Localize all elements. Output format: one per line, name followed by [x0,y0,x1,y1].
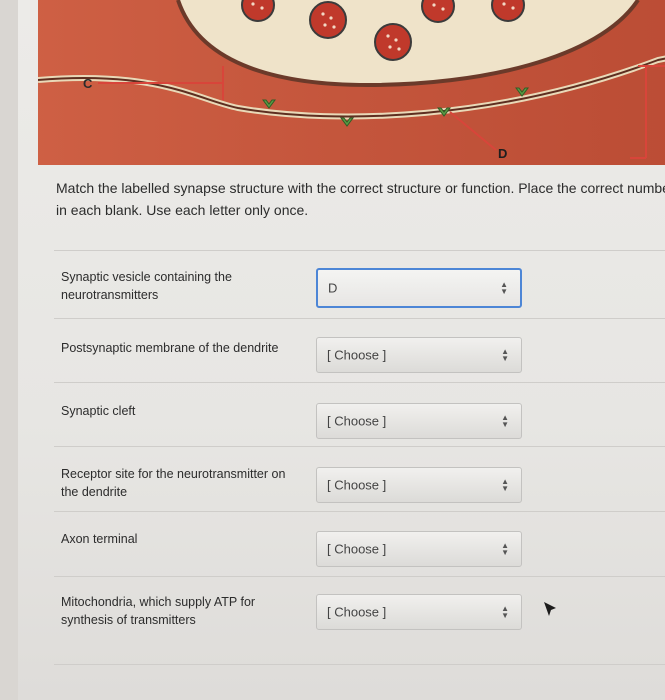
updown-arrow-icon: ▲ ▼ [501,347,509,363]
divider [54,511,665,512]
updown-arrow-icon: ▲ ▼ [501,541,509,557]
divider [54,664,665,665]
question-prompt: Match the labelled synapse structure wit… [56,180,665,218]
row-label-3: Synaptic cleft [61,404,136,418]
select-value-3: [ Choose ] [327,413,387,429]
mouse-cursor-icon [544,602,556,616]
updown-arrow-icon: ▲ ▼ [501,477,509,493]
row-label-6: Mitochondria, which supply ATP for synth… [61,595,256,627]
select-value-5: [ Choose ] [327,541,387,557]
divider [54,576,665,577]
divider [54,250,665,251]
diagram-label-c: C [83,76,93,91]
select-value-4: [ Choose ] [327,477,387,493]
answer-select-2[interactable]: [ Choose ] ▲ ▼ [316,337,522,373]
updown-arrow-icon: ▲ ▼ [501,604,509,620]
quiz-page: C D Match the labelled synapse structure… [18,0,665,700]
select-value-2: [ Choose ] [327,347,387,363]
row-label-5: Axon terminal [61,532,138,546]
answer-select-6[interactable]: [ Choose ] ▲ ▼ [316,594,522,630]
updown-arrow-icon: ▲ ▼ [500,280,508,296]
diagram-label-d: D [498,146,507,161]
row-label-4: Receptor site for the neurotransmitter o… [61,467,286,499]
divider [54,318,665,319]
divider [54,382,665,383]
divider [54,446,665,447]
answer-select-3[interactable]: [ Choose ] ▲ ▼ [316,403,522,439]
answer-select-1[interactable]: D ▲ ▼ [316,268,522,308]
select-value-6: [ Choose ] [327,604,387,620]
row-label-1: Synaptic vesicle containing the neurotra… [61,270,232,302]
row-label-2: Postsynaptic membrane of the dendrite [61,341,279,355]
select-value-1: D [328,280,338,296]
answer-select-5[interactable]: [ Choose ] ▲ ▼ [316,531,522,567]
answer-select-4[interactable]: [ Choose ] ▲ ▼ [316,467,522,503]
updown-arrow-icon: ▲ ▼ [501,413,509,429]
synapse-diagram: C D [38,0,665,165]
